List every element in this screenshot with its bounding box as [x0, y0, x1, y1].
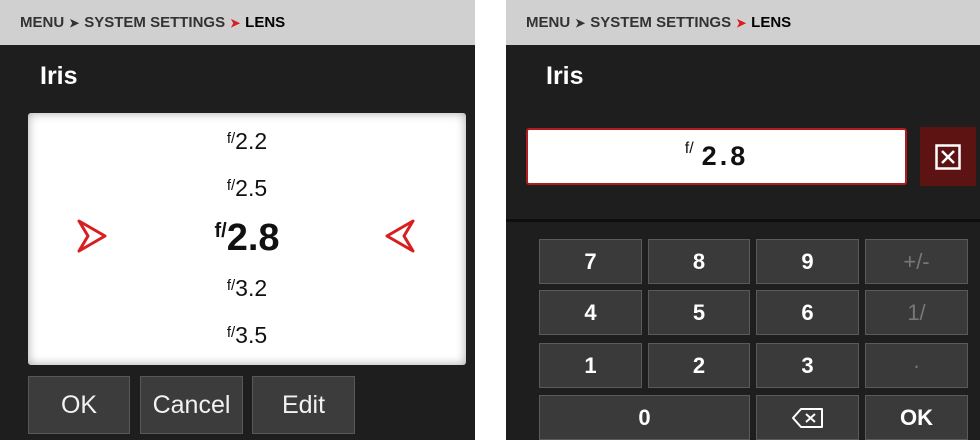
breadcrumb-menu[interactable]: MENU	[20, 14, 64, 31]
wheel-item[interactable]: f/3.2	[28, 273, 466, 307]
backspace-icon	[791, 407, 823, 428]
f-stop-prefix: f/	[226, 324, 236, 341]
breadcrumb-lens: LENS	[751, 14, 792, 31]
wheel-item[interactable]: f/3.5	[28, 320, 466, 354]
ok-button[interactable]: OK	[28, 376, 130, 434]
breadcrumb-system-settings[interactable]: SYSTEM SETTINGS	[590, 14, 731, 31]
chevron-right-icon: ➤	[736, 15, 747, 30]
key-5[interactable]: 5	[648, 290, 750, 335]
key-3[interactable]: 3	[756, 343, 859, 388]
iris-wheel-panel: MENU ➤ SYSTEM SETTINGS ➤ LENS Iris f/2.2…	[0, 0, 475, 440]
key-reciprocal[interactable]: 1/	[865, 290, 968, 335]
clear-button[interactable]	[920, 127, 976, 186]
breadcrumb-system-settings[interactable]: SYSTEM SETTINGS	[84, 14, 225, 31]
wheel-value: 2.2	[235, 128, 268, 154]
f-stop-prefix: f/	[226, 277, 236, 294]
key-plus-minus[interactable]: +/-	[865, 239, 968, 284]
key-1[interactable]: 1	[539, 343, 642, 388]
f-stop-prefix: f/	[214, 220, 227, 242]
key-7[interactable]: 7	[539, 239, 642, 284]
key-9[interactable]: 9	[756, 239, 859, 284]
wheel-item[interactable]: f/2.5	[28, 173, 466, 207]
divider	[506, 219, 980, 222]
wheel-item[interactable]: f/2.2	[28, 126, 466, 160]
iris-keypad-panel: MENU ➤ SYSTEM SETTINGS ➤ LENS Iris f/2.8…	[506, 0, 980, 440]
iris-value: 2.8	[701, 141, 749, 171]
key-decimal[interactable]: ·	[865, 343, 968, 388]
close-box-icon	[935, 143, 961, 170]
f-stop-prefix: f/	[684, 139, 694, 157]
backspace-button[interactable]	[756, 395, 859, 440]
key-4[interactable]: 4	[539, 290, 642, 335]
key-8[interactable]: 8	[648, 239, 750, 284]
ok-button[interactable]: OK	[865, 395, 968, 440]
breadcrumb-menu[interactable]: MENU	[526, 14, 570, 31]
chevron-right-icon: ➤	[575, 15, 586, 30]
breadcrumb-lens: LENS	[245, 14, 286, 31]
f-stop-prefix: f/	[226, 130, 236, 147]
edit-button[interactable]: Edit	[252, 376, 355, 434]
key-2[interactable]: 2	[648, 343, 750, 388]
key-0[interactable]: 0	[539, 395, 750, 440]
chevron-right-icon: ➤	[230, 15, 241, 30]
iris-value-field[interactable]: f/2.8	[526, 128, 907, 185]
breadcrumb: MENU ➤ SYSTEM SETTINGS ➤ LENS	[506, 0, 980, 45]
page-title: Iris	[40, 62, 78, 90]
breadcrumb: MENU ➤ SYSTEM SETTINGS ➤ LENS	[0, 0, 475, 45]
f-stop-prefix: f/	[226, 177, 236, 194]
selection-arrow-left-icon	[385, 219, 415, 253]
wheel-value: 3.2	[235, 275, 268, 301]
wheel-value: 3.5	[235, 322, 268, 348]
wheel-value: 2.5	[235, 175, 268, 201]
key-6[interactable]: 6	[756, 290, 859, 335]
cancel-button[interactable]: Cancel	[140, 376, 243, 434]
wheel-value: 2.8	[226, 217, 280, 259]
page-title: Iris	[546, 62, 584, 90]
selection-arrow-right-icon	[77, 219, 107, 253]
chevron-right-icon: ➤	[69, 15, 80, 30]
